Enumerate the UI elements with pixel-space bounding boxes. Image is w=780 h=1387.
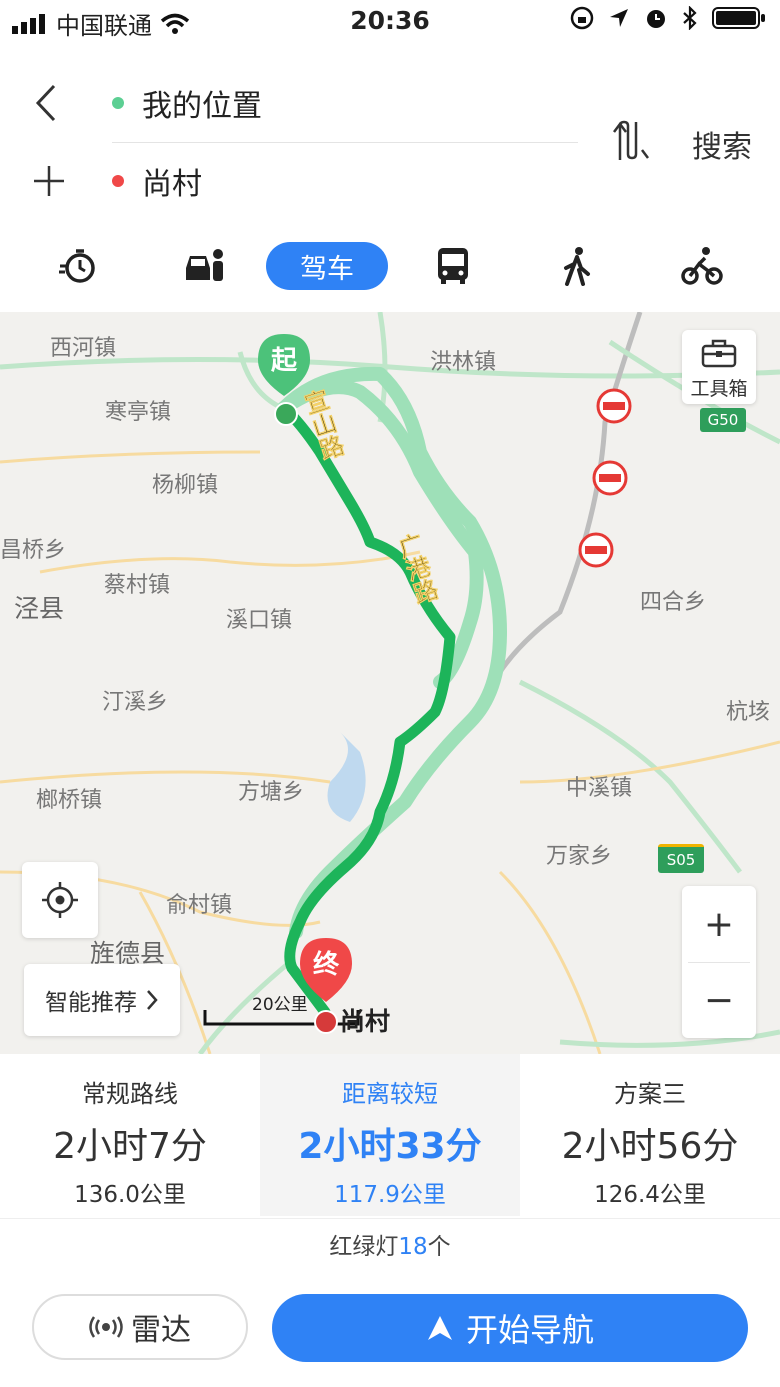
place-label: 榔桥镇	[36, 788, 103, 813]
destination-dot	[112, 175, 124, 187]
toolbox-label: 工具箱	[690, 378, 748, 400]
start-marker-label: 起	[270, 346, 297, 376]
place-label: 洪林镇	[430, 350, 497, 375]
plan-distance: 136.0公里	[74, 1182, 186, 1208]
rotation-lock-icon	[570, 6, 594, 30]
plan-name: 常规路线	[82, 1080, 178, 1108]
zoom-out-button[interactable]: −	[682, 966, 756, 1036]
plan-time: 2小时33分	[298, 1126, 482, 1167]
traffic-light-suffix: 个	[427, 1234, 451, 1260]
plan-distance: 117.9公里	[334, 1182, 446, 1208]
toolbox-icon	[701, 339, 737, 368]
tab-taxi[interactable]	[180, 242, 228, 290]
locate-icon	[42, 882, 78, 918]
radar-button[interactable]: 雷达	[32, 1294, 248, 1360]
bluetooth-icon	[683, 6, 697, 30]
tab-bus[interactable]	[430, 242, 476, 290]
zoom-in-button[interactable]: +	[682, 890, 756, 960]
no-entry-icon	[578, 532, 614, 568]
destination-text: 尚村	[142, 167, 202, 202]
tab-walk[interactable]	[556, 242, 598, 290]
origin-dot	[112, 97, 124, 109]
search-button[interactable]: 搜索	[692, 122, 752, 166]
place-label: 蔡村镇	[104, 573, 171, 598]
taxi-icon	[186, 249, 223, 281]
route-header: 我的位置 尚村 搜索	[0, 44, 780, 232]
origin-field[interactable]: 我的位置	[112, 78, 262, 128]
bus-icon	[438, 248, 468, 284]
end-marker-label: 终	[312, 950, 339, 980]
plan-card-selected[interactable]: 距离较短 2小时33分 117.9公里	[260, 1054, 520, 1216]
travel-mode-tabs: 驾车	[0, 232, 780, 312]
route-plans: 常规路线 2小时7分 136.0公里 距离较短 2小时33分 117.9公里 方…	[0, 1054, 780, 1216]
place-label: 俞村镇	[166, 893, 233, 918]
status-bar: 中国联通 20:36	[0, 0, 780, 44]
plan-distance: 126.4公里	[594, 1182, 706, 1208]
back-icon[interactable]	[34, 84, 58, 122]
place-label: 西河镇	[50, 336, 117, 361]
plan-card[interactable]: 常规路线 2小时7分 136.0公里	[0, 1054, 260, 1216]
smart-recommend-button[interactable]: 智能推荐	[24, 964, 180, 1036]
traffic-light-count: 18	[398, 1234, 428, 1260]
place-label: 杨柳镇	[152, 473, 219, 498]
destination-field[interactable]: 尚村	[112, 156, 202, 206]
toolbox-button[interactable]: 工具箱	[682, 330, 756, 404]
start-marker[interactable]: 起	[256, 332, 312, 402]
place-label: 汀溪乡	[102, 690, 169, 715]
traffic-light-prefix: 红绿灯	[329, 1234, 399, 1260]
plan-time: 2小时56分	[561, 1126, 739, 1167]
walking-icon	[564, 247, 590, 286]
place-label: 四合乡	[640, 590, 707, 615]
start-point	[274, 402, 298, 426]
start-navigation-button[interactable]: 开始导航	[272, 1294, 748, 1362]
alarm-icon	[647, 10, 665, 28]
status-icons	[570, 6, 766, 30]
highway-shield: S05	[658, 844, 704, 873]
smart-recommend-label: 智能推荐	[45, 990, 137, 1016]
radar-icon	[89, 1316, 123, 1338]
route-map[interactable]: 西河镇 洪林镇 寒亭镇 杨柳镇 昌桥乡 蔡村镇 泾县 溪口镇 四合乡 汀溪乡 杭…	[0, 312, 780, 1054]
place-label: 寒亭镇	[105, 400, 172, 425]
battery-icon	[712, 7, 765, 29]
swap-route-icon[interactable]	[612, 120, 652, 162]
radar-label: 雷达	[131, 1313, 191, 1348]
place-label: 昌桥乡	[0, 538, 67, 563]
field-divider	[112, 142, 578, 143]
place-label: 溪口镇	[226, 608, 293, 633]
tab-recommend[interactable]	[50, 242, 106, 290]
place-label: 中溪镇	[566, 776, 633, 801]
tab-cycling[interactable]	[680, 242, 724, 290]
end-point	[314, 1010, 338, 1034]
place-label: 万家乡	[546, 844, 613, 869]
tab-driving[interactable]: 驾车	[266, 242, 388, 290]
place-label: 方塘乡	[238, 780, 305, 805]
plan-time: 2小时7分	[53, 1126, 207, 1167]
highway-shield: G50	[700, 408, 746, 432]
start-navigation-label: 开始导航	[465, 1311, 594, 1349]
no-entry-icon	[596, 388, 632, 424]
place-label: 杭垓	[726, 700, 771, 725]
stopwatch-icon	[59, 249, 95, 283]
zoom-divider	[688, 962, 750, 963]
add-waypoint-icon[interactable]	[32, 164, 66, 198]
zoom-control: + −	[682, 886, 756, 1038]
navigation-arrow-icon	[427, 1316, 452, 1340]
scale-label: 20公里	[252, 995, 308, 1015]
chevron-right-icon	[147, 990, 158, 1010]
location-arrow-icon	[610, 9, 628, 27]
traffic-light-info: 红绿灯18个	[0, 1218, 780, 1275]
end-place-label: 尚村	[340, 1007, 391, 1036]
plan-name: 距离较短	[342, 1080, 438, 1108]
no-entry-icon	[592, 460, 628, 496]
place-label: 泾县	[14, 594, 65, 623]
locate-button[interactable]	[22, 862, 98, 938]
origin-text: 我的位置	[142, 89, 262, 124]
plan-name: 方案三	[614, 1080, 686, 1108]
cycling-icon	[681, 247, 723, 285]
plan-card[interactable]: 方案三 2小时56分 126.4公里	[520, 1054, 780, 1216]
